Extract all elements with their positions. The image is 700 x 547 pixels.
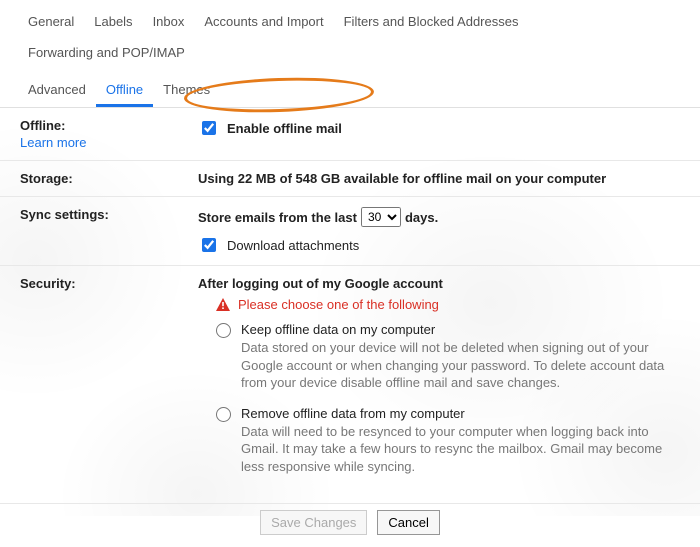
remove-data-title: Remove offline data from my computer	[241, 406, 670, 421]
tab-filters-blocked[interactable]: Filters and Blocked Addresses	[334, 8, 529, 39]
keep-data-radio[interactable]	[216, 323, 231, 338]
tab-themes[interactable]: Themes	[153, 70, 220, 107]
sync-store-suffix: days.	[405, 210, 438, 225]
cancel-button[interactable]: Cancel	[377, 510, 439, 535]
remove-data-radio[interactable]	[216, 407, 231, 422]
enable-offline-checkbox[interactable]	[202, 121, 216, 135]
tab-accounts-import[interactable]: Accounts and Import	[194, 8, 333, 39]
tab-forwarding-pop-imap[interactable]: Forwarding and POP/IMAP	[18, 39, 195, 70]
tab-advanced[interactable]: Advanced	[18, 70, 96, 107]
settings-tabs: General Labels Inbox Accounts and Import…	[0, 0, 700, 108]
tab-general[interactable]: General	[18, 8, 84, 39]
sync-store-prefix: Store emails from the last	[198, 210, 357, 225]
security-title: After logging out of my Google account	[198, 276, 690, 291]
download-attachments-checkbox[interactable]	[202, 238, 216, 252]
offline-label: Offline:	[20, 118, 66, 133]
security-label: Security:	[20, 276, 76, 291]
storage-label: Storage:	[20, 171, 73, 186]
storage-section: Storage: Using 22 MB of 548 GB available…	[0, 161, 700, 197]
sync-section: Sync settings: Store emails from the las…	[0, 197, 700, 266]
save-changes-button[interactable]: Save Changes	[260, 510, 367, 535]
security-section: Security: After logging out of my Google…	[0, 266, 700, 499]
enable-offline-label: Enable offline mail	[227, 121, 342, 136]
keep-data-desc: Data stored on your device will not be d…	[241, 339, 670, 392]
storage-text: Using 22 MB of 548 GB available for offl…	[198, 171, 606, 186]
tab-labels[interactable]: Labels	[84, 8, 142, 39]
offline-section: Offline: Learn more Enable offline mail	[0, 108, 700, 161]
footer-buttons: Save Changes Cancel	[0, 503, 700, 547]
remove-data-desc: Data will need to be resynced to your co…	[241, 423, 670, 476]
security-warning-text: Please choose one of the following	[238, 297, 439, 312]
download-attachments-label: Download attachments	[227, 238, 359, 253]
tab-inbox[interactable]: Inbox	[143, 8, 195, 39]
sync-days-select[interactable]: 30	[361, 207, 401, 227]
learn-more-link[interactable]: Learn more	[20, 135, 198, 150]
tab-offline[interactable]: Offline	[96, 70, 153, 107]
keep-data-title: Keep offline data on my computer	[241, 322, 670, 337]
sync-label: Sync settings:	[20, 207, 109, 222]
warning-icon	[216, 298, 230, 311]
